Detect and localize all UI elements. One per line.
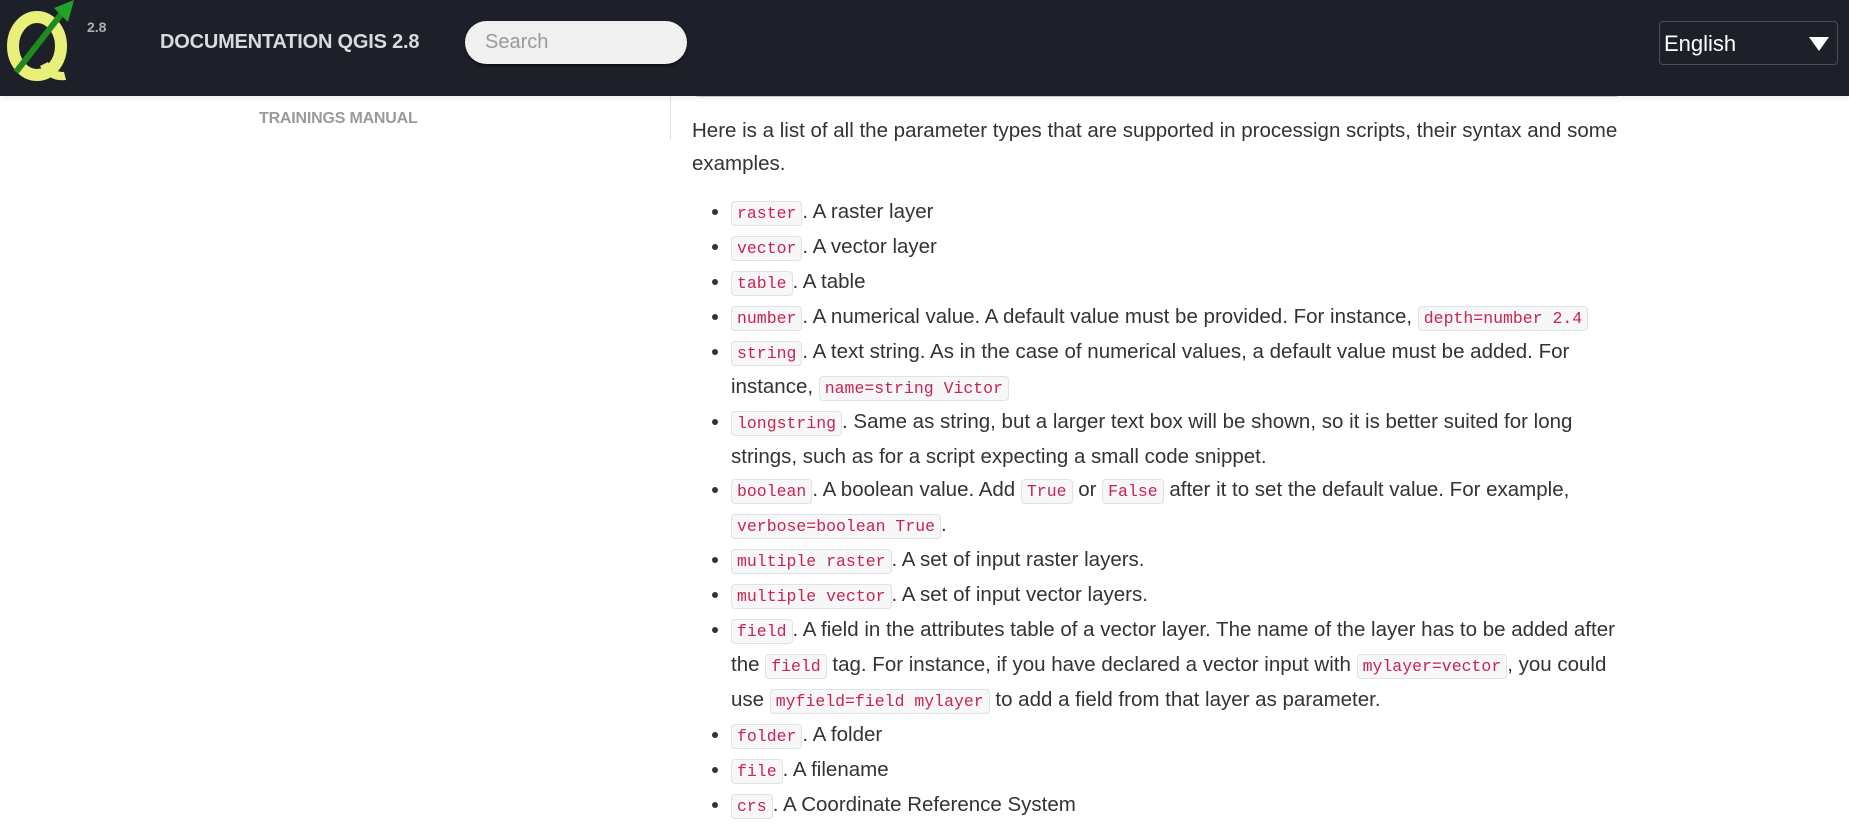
list-item: folder. A folder xyxy=(731,718,1632,753)
item-text: . A filename xyxy=(782,758,889,781)
list-item: longstring. Same as string, but a larger… xyxy=(731,405,1632,473)
qgis-logo-icon[interactable] xyxy=(4,0,76,90)
inline-code: file xyxy=(731,759,783,784)
item-text: . xyxy=(941,513,947,536)
inline-code: multiple raster xyxy=(731,549,892,574)
list-item: string. A text string. As in the case of… xyxy=(731,335,1632,405)
inline-code: verbose=boolean True xyxy=(731,514,942,539)
item-text: . A table xyxy=(792,270,866,293)
inline-code: myfield=field mylayer xyxy=(769,689,990,714)
inline-code: False xyxy=(1102,479,1164,504)
inline-code: True xyxy=(1020,479,1073,504)
item-text: . A numerical value. A default value mus… xyxy=(802,305,1418,328)
inline-code: multiple vector xyxy=(731,584,892,609)
list-item: crs. A Coordinate Reference System xyxy=(731,788,1632,823)
version-label: 2.8 xyxy=(87,19,107,35)
inline-code: name=string Victor xyxy=(818,376,1009,401)
inline-code: field xyxy=(765,654,827,679)
language-select[interactable]: English xyxy=(1659,21,1838,65)
list-item: vector. A vector layer xyxy=(731,230,1632,265)
inline-code: field xyxy=(731,619,793,644)
search-input[interactable] xyxy=(465,21,687,64)
main-content: Here is a list of all the parameter type… xyxy=(692,114,1632,823)
top-navbar: 2.8 DOCUMENTATION QGIS 2.8 English xyxy=(0,0,1849,96)
inline-code: folder xyxy=(731,724,803,749)
inline-code: longstring xyxy=(731,411,843,436)
item-text: or xyxy=(1072,478,1103,501)
sidebar-divider xyxy=(670,96,671,140)
item-text: . A set of input raster layers. xyxy=(891,548,1145,571)
item-text: . A vector layer xyxy=(802,235,937,258)
list-item: file. A filename xyxy=(731,753,1632,788)
inline-code: number xyxy=(731,306,803,331)
parameter-types-list: raster. A raster layer vector. A vector … xyxy=(692,195,1632,823)
chevron-down-icon xyxy=(1809,37,1829,51)
inline-code: table xyxy=(731,271,793,296)
intro-paragraph: Here is a list of all the parameter type… xyxy=(692,119,1618,175)
list-item: number. A numerical value. A default val… xyxy=(731,300,1632,335)
item-text: to add a field from that layer as parame… xyxy=(989,688,1381,711)
inline-code: boolean xyxy=(731,479,813,504)
list-item: multiple raster. A set of input raster l… xyxy=(731,543,1632,578)
list-item: table. A table xyxy=(731,265,1632,300)
item-text: . A folder xyxy=(802,723,883,746)
list-item: raster. A raster layer xyxy=(731,195,1632,230)
list-item: multiple vector. A set of input vector l… xyxy=(731,578,1632,613)
item-text: . A boolean value. Add xyxy=(812,478,1021,501)
documentation-title[interactable]: DOCUMENTATION QGIS 2.8 xyxy=(160,31,420,54)
item-text: . Same as string, but a larger text box … xyxy=(731,410,1573,468)
list-item: boolean. A boolean value. Add True or Fa… xyxy=(731,473,1632,543)
item-text: after it to set the default value. For e… xyxy=(1163,478,1570,501)
inline-code: vector xyxy=(731,236,803,261)
inline-code: crs xyxy=(731,794,773,819)
item-text: . A raster layer xyxy=(802,200,934,223)
inline-code: depth=number 2.4 xyxy=(1417,306,1589,331)
item-text: . A Coordinate Reference System xyxy=(772,793,1076,816)
item-text: . A set of input vector layers. xyxy=(891,583,1148,606)
inline-code: raster xyxy=(731,201,803,226)
list-item: field. A field in the attributes table o… xyxy=(731,613,1632,718)
inline-code: string xyxy=(731,341,803,366)
language-selected: English xyxy=(1664,31,1737,56)
inline-code: mylayer=vector xyxy=(1356,654,1508,679)
sidebar-link-trainings-manual[interactable]: TRAININGS MANUAL xyxy=(259,110,418,128)
item-text: tag. For instance, if you have declared … xyxy=(826,653,1357,676)
